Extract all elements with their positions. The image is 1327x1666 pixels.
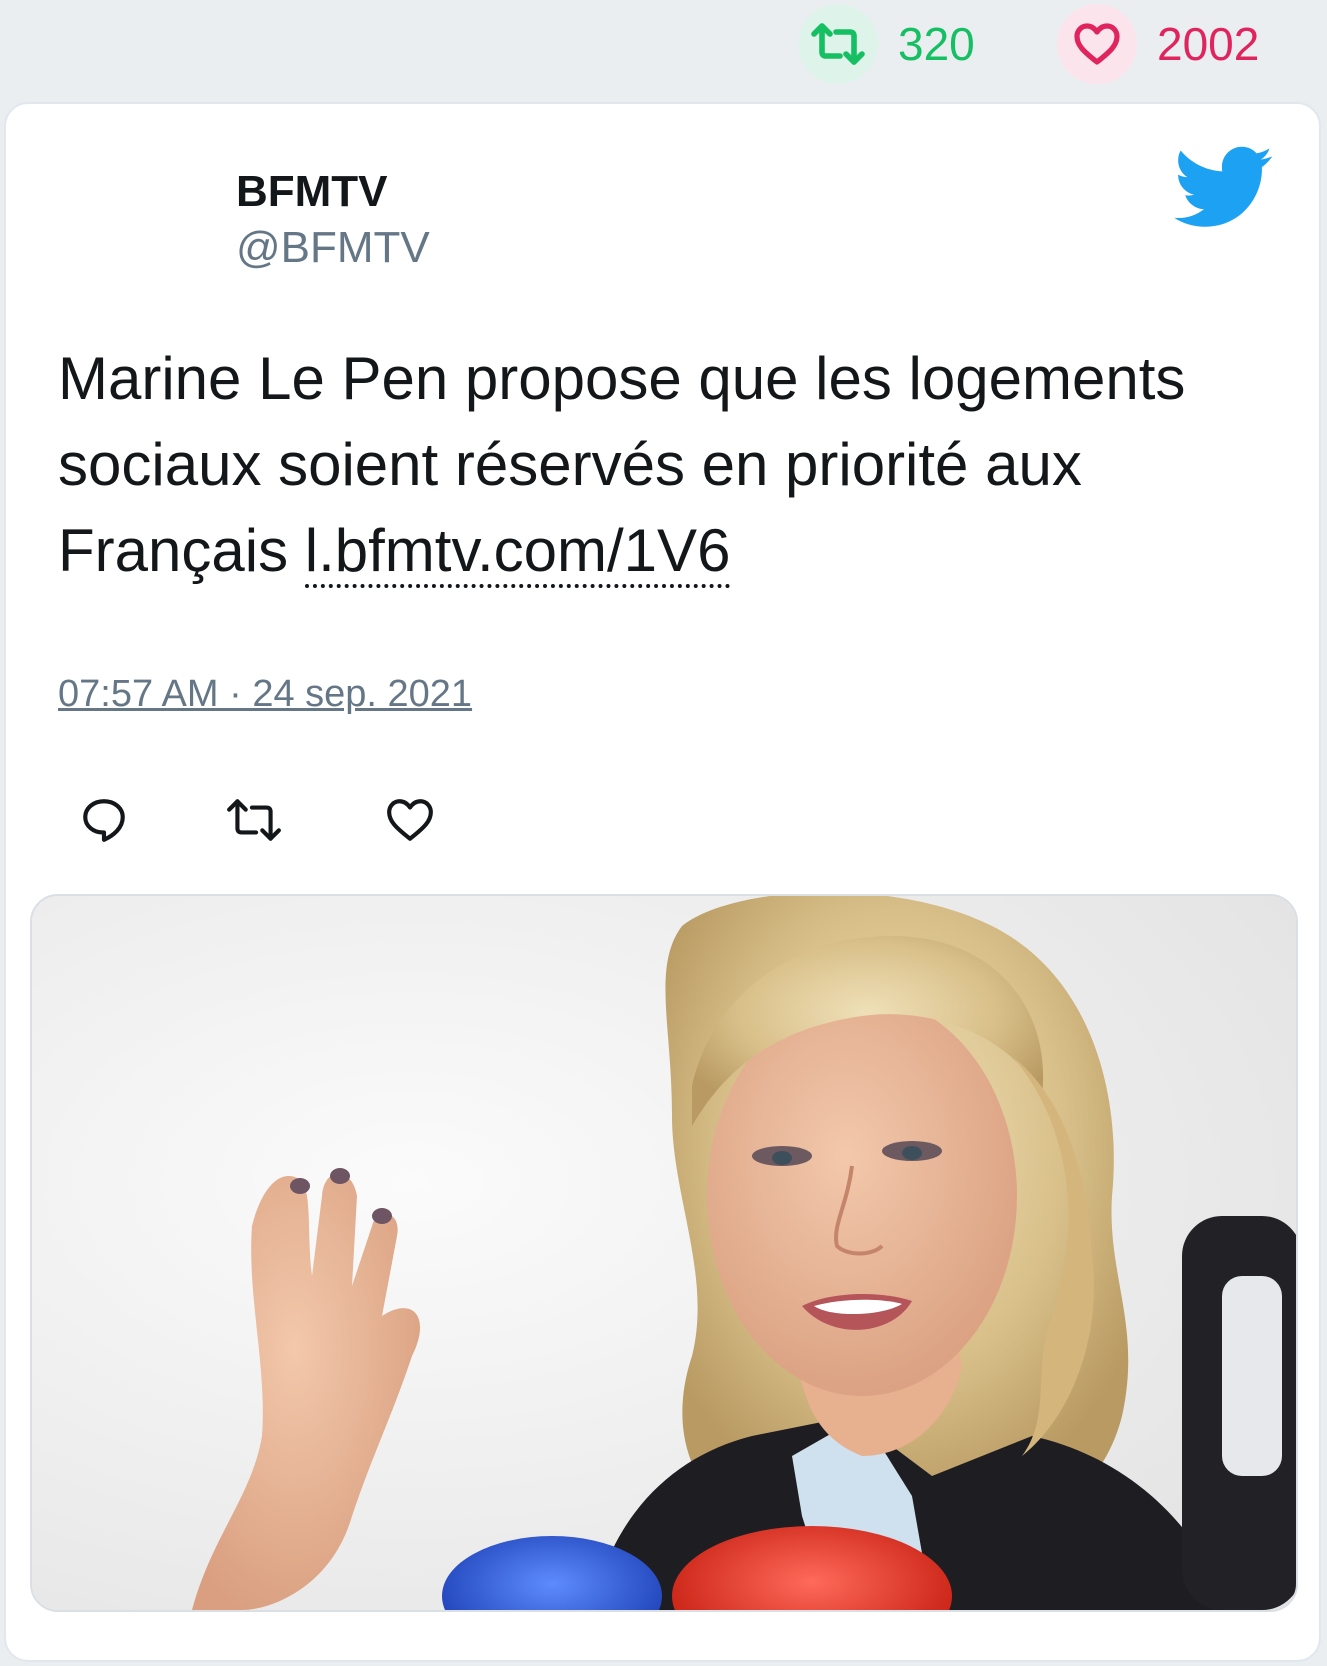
author-handle[interactable]: @BFMTV <box>236 222 430 275</box>
like-stat[interactable]: 2002 <box>1057 4 1259 84</box>
tweet-actions <box>58 792 478 852</box>
tweet-link[interactable]: l.bfmtv.com/1V6 <box>304 517 731 588</box>
like-button[interactable] <box>380 792 440 852</box>
author-name[interactable]: BFMTV <box>236 166 388 219</box>
retweet-count: 320 <box>898 18 975 70</box>
tweet-card: BFMTV @BFMTV Marine Le Pen propose que l… <box>4 102 1321 1662</box>
tweet-timestamp[interactable]: 07:57 AM · 24 sep. 2021 <box>58 672 472 718</box>
retweet-button[interactable] <box>224 792 284 852</box>
heart-icon <box>385 797 435 848</box>
tweet-text: Marine Le Pen propose que les logements … <box>58 336 1278 594</box>
heart-icon <box>1057 4 1137 84</box>
retweet-icon <box>798 4 878 84</box>
tweet-stats-bar: 320 2002 <box>0 0 1327 96</box>
retweet-icon <box>225 797 283 848</box>
reply-button[interactable] <box>74 792 134 852</box>
twitter-bird-icon[interactable] <box>1174 146 1274 230</box>
photo-image <box>32 896 1296 1610</box>
like-count: 2002 <box>1157 18 1260 70</box>
reply-icon <box>79 795 129 850</box>
retweet-stat[interactable]: 320 <box>798 4 975 84</box>
tweet-media-photo[interactable] <box>30 894 1298 1612</box>
